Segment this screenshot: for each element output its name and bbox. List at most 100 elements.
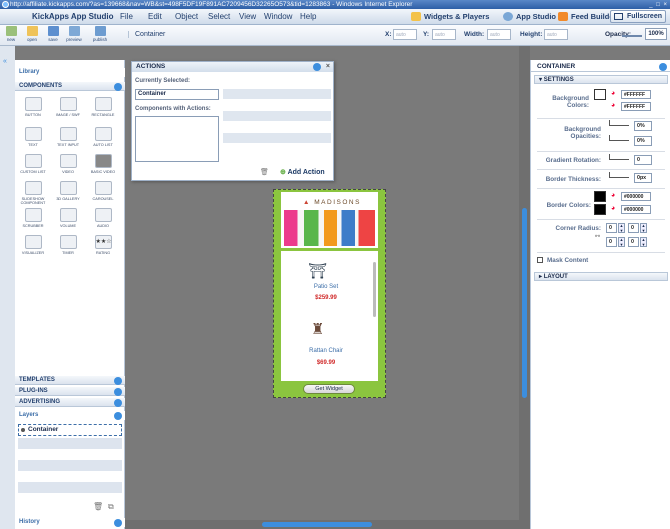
expand-icon[interactable]: [114, 388, 122, 396]
opacity-slider-1[interactable]: [609, 120, 629, 126]
component-custom-list[interactable]: CUSTOM LIST: [18, 152, 48, 178]
components-with-actions-list[interactable]: [135, 116, 219, 162]
tab-app-studio[interactable]: App Studio: [501, 11, 560, 23]
vertical-scroll-thumb[interactable]: [522, 208, 527, 398]
height-input[interactable]: auto: [544, 29, 568, 40]
x-input[interactable]: auto: [393, 29, 417, 40]
templates-header[interactable]: TEMPLATES: [15, 376, 125, 385]
width-input[interactable]: auto: [487, 29, 511, 40]
opacity-input[interactable]: 100%: [645, 28, 667, 40]
fullscreen-button[interactable]: Fullscreen: [609, 10, 666, 23]
duplicate-icon[interactable]: ⧉: [108, 502, 114, 512]
mask-content-checkbox[interactable]: [537, 257, 543, 263]
window-controls[interactable]: _ □ ×: [649, 1, 668, 9]
spinner-icon[interactable]: ▲ ▼: [640, 223, 647, 233]
advertising-header[interactable]: ADVERTISING: [15, 398, 125, 407]
currently-selected-field[interactable]: Container: [135, 89, 219, 100]
horizontal-scroll-thumb[interactable]: [262, 522, 372, 527]
history-title[interactable]: History: [15, 518, 125, 527]
collapse-icon[interactable]: [114, 83, 122, 91]
open-button[interactable]: open: [23, 26, 41, 42]
help-icon[interactable]: [659, 63, 667, 71]
component-text-input[interactable]: TEXT INPUT: [53, 125, 83, 151]
component-video[interactable]: VIDEO: [53, 152, 83, 178]
history-menu-icon[interactable]: [114, 519, 122, 527]
color-picker-icon[interactable]: ◕: [611, 102, 615, 109]
opacity-slider-2[interactable]: [609, 135, 629, 141]
opacity-slider[interactable]: [622, 31, 642, 37]
product-name[interactable]: Patio Set: [281, 284, 371, 290]
close-icon[interactable]: ×: [326, 62, 330, 72]
component-button[interactable]: BUTTON: [18, 95, 48, 121]
trash-icon[interactable]: 🗑: [260, 168, 269, 176]
y-input[interactable]: auto: [432, 29, 456, 40]
border-color-swatch-1[interactable]: [594, 191, 606, 202]
background-opacity-2[interactable]: 0%: [634, 136, 652, 146]
background-color-2[interactable]: #FFFFFF: [621, 102, 651, 111]
color-picker-icon[interactable]: ◕: [611, 90, 615, 97]
left-collapse-strip[interactable]: «: [0, 46, 15, 529]
canvas-horizontal-scrollbar[interactable]: [125, 520, 519, 529]
collapse-arrows-icon[interactable]: «: [3, 58, 7, 65]
expand-icon[interactable]: [114, 399, 122, 407]
layer-item-container[interactable]: Container: [18, 424, 122, 436]
menu-window[interactable]: Window: [264, 12, 292, 21]
component-basic-video[interactable]: BASIC VIDEO: [88, 152, 118, 178]
link-corners-icon[interactable]: ⚯: [595, 233, 600, 240]
component-visualizer[interactable]: VISUALIZER: [18, 233, 48, 259]
component-volume[interactable]: VOLUME: [53, 206, 83, 232]
menu-file[interactable]: File: [120, 12, 133, 21]
border-thickness-input[interactable]: 0px: [634, 173, 652, 183]
layout-header[interactable]: ▸ LAYOUT: [534, 272, 668, 281]
component-auto-list[interactable]: AUTO LIST: [88, 125, 118, 151]
menu-help[interactable]: Help: [300, 12, 316, 21]
canvas-vertical-scrollbar[interactable]: [519, 46, 530, 529]
save-button[interactable]: save: [44, 26, 62, 42]
component-text[interactable]: TEXT: [18, 125, 48, 151]
get-widget-button[interactable]: Get Widget: [303, 384, 355, 394]
color-picker-icon[interactable]: ◕: [611, 205, 615, 212]
widget-scrollbar[interactable]: [373, 262, 376, 317]
publish-button[interactable]: publish: [88, 26, 112, 42]
menu-view[interactable]: View: [239, 12, 256, 21]
layers-menu-icon[interactable]: [114, 412, 122, 420]
widget-preview[interactable]: ▲ MADISONS ⛩ Patio Set $259.99 ♜ Rattan …: [281, 192, 378, 381]
new-button[interactable]: new: [2, 26, 20, 42]
tab-widgets-players[interactable]: Widgets & Players: [409, 11, 493, 23]
visibility-dot-icon[interactable]: [21, 428, 25, 432]
menu-edit[interactable]: Edit: [148, 12, 162, 21]
component-3d-gallery[interactable]: 3D GALLERY: [53, 179, 83, 205]
menu-select[interactable]: Select: [208, 12, 230, 21]
component-image-swf[interactable]: IMAGE / SWF: [53, 95, 83, 121]
border-color-swatch-2[interactable]: [594, 204, 606, 215]
color-picker-icon[interactable]: ◕: [611, 192, 615, 199]
background-opacity-1[interactable]: 0%: [634, 121, 652, 131]
component-rectangle[interactable]: RECTANGLE: [88, 95, 118, 121]
spinner-icon[interactable]: ▲ ▼: [618, 223, 625, 233]
trash-icon[interactable]: 🗑: [93, 502, 103, 511]
border-color-1[interactable]: #000000: [621, 192, 651, 201]
component-rating[interactable]: ★★☆ RATING: [88, 233, 118, 259]
corner-radius-tr[interactable]: 0: [628, 223, 639, 233]
components-header[interactable]: COMPONENTS: [15, 82, 125, 91]
settings-header[interactable]: ▾ SETTINGS: [534, 75, 668, 84]
component-carousel[interactable]: CAROUSEL: [88, 179, 118, 205]
corner-radius-tl[interactable]: 0: [606, 223, 617, 233]
background-color-1[interactable]: #FFFFFF: [621, 90, 651, 99]
component-audio[interactable]: AUDIO: [88, 206, 118, 232]
plugins-header[interactable]: PLUG-INS: [15, 387, 125, 396]
add-action-button[interactable]: ⊕ Add Action: [280, 168, 325, 176]
background-color-swatch[interactable]: [594, 89, 606, 100]
expand-icon[interactable]: [114, 377, 122, 385]
corner-radius-br[interactable]: 0: [628, 237, 639, 247]
spinner-icon[interactable]: ▲ ▼: [618, 237, 625, 247]
component-slideshow[interactable]: SLIDESHOW COMPONENT: [18, 179, 48, 205]
gradient-rotation-slider[interactable]: [609, 154, 629, 160]
border-color-2[interactable]: #000000: [621, 205, 651, 214]
component-timer[interactable]: TIMER: [53, 233, 83, 259]
spinner-icon[interactable]: ▲ ▼: [640, 237, 647, 247]
gradient-rotation-input[interactable]: 0: [634, 155, 652, 165]
preview-button[interactable]: preview: [65, 26, 83, 42]
border-thickness-slider[interactable]: [609, 172, 629, 178]
actions-header[interactable]: ACTIONS ×: [132, 62, 333, 72]
